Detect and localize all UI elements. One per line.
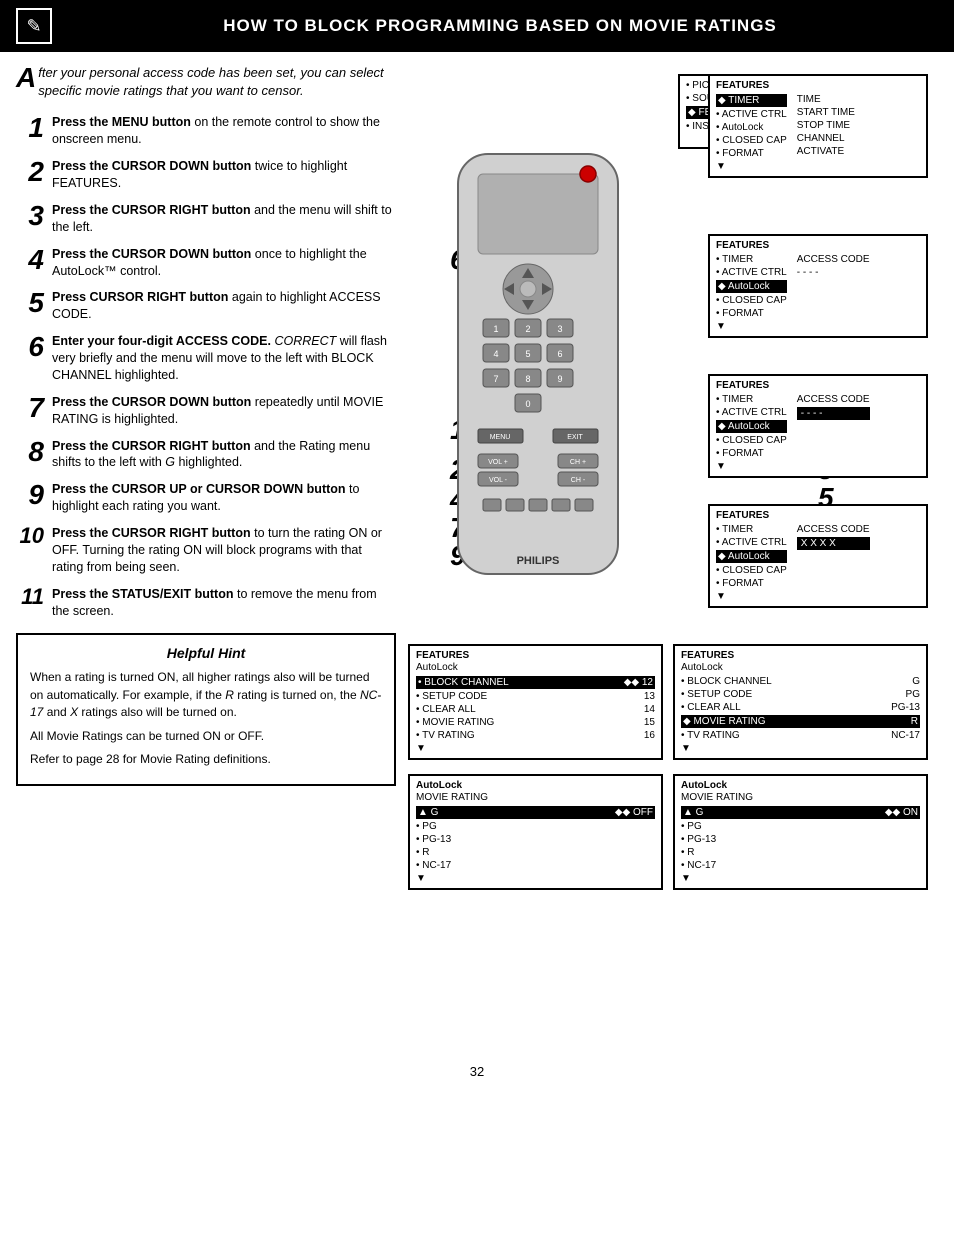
step-text-10: Press the CURSOR RIGHT button to turn th… <box>52 525 396 576</box>
step-number-6: 6 <box>16 333 44 361</box>
intro-paragraph: After your personal access code has been… <box>16 64 396 100</box>
step-number-3: 3 <box>16 202 44 230</box>
step-2: 2 Press the CURSOR DOWN button twice to … <box>16 158 396 192</box>
hint-title: Helpful Hint <box>30 645 382 661</box>
step-text-1: Press the MENU button on the remote cont… <box>52 114 396 148</box>
block-channel-box: FEATURES AutoLock • BLOCK CHANNEL◆◆ 12 •… <box>408 644 663 760</box>
page-number: 32 <box>0 1056 954 1087</box>
step-8: 8 Press the CURSOR RIGHT button and the … <box>16 438 396 472</box>
main-content: After your personal access code has been… <box>0 52 954 1056</box>
step-9: 9 Press the CURSOR UP or CURSOR DOWN but… <box>16 481 396 515</box>
rating-boxes-row: AutoLock MOVIE RATING ▲ G◆◆ OFF • PG • P… <box>408 774 928 890</box>
svg-text:MENU: MENU <box>490 434 511 441</box>
step-6: 6 Enter your four-digit ACCESS CODE. COR… <box>16 333 396 384</box>
step-number-11: 11 <box>16 586 44 608</box>
rating-off-box: AutoLock MOVIE RATING ▲ G◆◆ OFF • PG • P… <box>408 774 663 890</box>
step-text-11: Press the STATUS/EXIT button to remove t… <box>52 586 396 620</box>
features-access-code-box: FEATURES • TIMER • ACTIVE CTRL ◆ AutoLoc… <box>708 374 928 478</box>
page-header: ✎ How to Block Programming Based on Movi… <box>0 0 954 52</box>
step-1: 1 Press the MENU button on the remote co… <box>16 114 396 148</box>
svg-text:8: 8 <box>525 374 530 384</box>
step-text-6: Enter your four-digit ACCESS CODE. CORRE… <box>52 333 396 384</box>
page-title: How to Block Programming Based on Movie … <box>62 16 938 36</box>
hint-para-3: Refer to page 28 for Movie Rating defini… <box>30 751 382 768</box>
header-icon: ✎ <box>16 8 52 44</box>
svg-text:7: 7 <box>493 374 498 384</box>
svg-text:9: 9 <box>557 374 562 384</box>
features-xxxx-box: FEATURES • TIMER • ACTIVE CTRL ◆ AutoLoc… <box>708 504 928 608</box>
svg-text:5: 5 <box>525 349 530 359</box>
step-10: 10 Press the CURSOR RIGHT button to turn… <box>16 525 396 576</box>
movie-rating-box: FEATURES AutoLock • BLOCK CHANNELG • SET… <box>673 644 928 760</box>
step-text-8: Press the CURSOR RIGHT button and the Ra… <box>52 438 396 472</box>
hint-body: When a rating is turned ON, all higher r… <box>30 669 382 768</box>
steps-list: 1 Press the MENU button on the remote co… <box>16 114 396 619</box>
step-text-2: Press the CURSOR DOWN button twice to hi… <box>52 158 396 192</box>
svg-text:CH -: CH - <box>571 477 586 484</box>
step-text-4: Press the CURSOR DOWN button once to hig… <box>52 246 396 280</box>
svg-text:VOL +: VOL + <box>488 459 508 466</box>
svg-text:4: 4 <box>493 349 498 359</box>
left-column: After your personal access code has been… <box>16 64 396 1044</box>
step-number-1: 1 <box>16 114 44 142</box>
remote-control-diagram: 1 2 3 4 5 6 7 8 9 0 <box>428 144 668 624</box>
drop-cap: A <box>16 64 36 92</box>
features-timer-box: FEATURES ◆ TIMER • ACTIVE CTRL • AutoLoc… <box>708 74 928 178</box>
step-number-9: 9 <box>16 481 44 509</box>
svg-text:PHILIPS: PHILIPS <box>517 555 560 567</box>
step-number-7: 7 <box>16 394 44 422</box>
svg-text:0: 0 <box>525 399 530 409</box>
step-7: 7 Press the CURSOR DOWN button repeatedl… <box>16 394 396 428</box>
step-5: 5 Press CURSOR RIGHT button again to hig… <box>16 289 396 323</box>
svg-text:CH +: CH + <box>570 459 586 466</box>
hint-box: Helpful Hint When a rating is turned ON,… <box>16 633 396 786</box>
step-text-5: Press CURSOR RIGHT button again to highl… <box>52 289 396 323</box>
step-text-9: Press the CURSOR UP or CURSOR DOWN butto… <box>52 481 396 515</box>
svg-text:6: 6 <box>557 349 562 359</box>
step-number-8: 8 <box>16 438 44 466</box>
svg-text:2: 2 <box>525 324 530 334</box>
step-3: 3 Press the CURSOR RIGHT button and the … <box>16 202 396 236</box>
svg-text:VOL -: VOL - <box>489 477 508 484</box>
step-number-10: 10 <box>16 525 44 547</box>
step-number-4: 4 <box>16 246 44 274</box>
step-11: 11 Press the STATUS/EXIT button to remov… <box>16 586 396 620</box>
rating-on-box: AutoLock MOVIE RATING ▲ G◆◆ ON • PG • PG… <box>673 774 928 890</box>
step-4: 4 Press the CURSOR DOWN button once to h… <box>16 246 396 280</box>
step-text-7: Press the CURSOR DOWN button repeatedly … <box>52 394 396 428</box>
hint-para-2: All Movie Ratings can be turned ON or OF… <box>30 728 382 745</box>
step-number-5: 5 <box>16 289 44 317</box>
right-column: 1 2 3 4 5 6 7 8 9 0 <box>408 64 938 1044</box>
svg-text:3: 3 <box>557 324 562 334</box>
features-autolock-box: FEATURES • TIMER • ACTIVE CTRL ◆ AutoLoc… <box>708 234 928 338</box>
intro-text: fter your personal access code has been … <box>38 65 383 98</box>
bottom-boxes-row: FEATURES AutoLock • BLOCK CHANNEL◆◆ 12 •… <box>408 644 928 760</box>
hint-para-1: When a rating is turned ON, all higher r… <box>30 669 382 721</box>
step-text-3: Press the CURSOR RIGHT button and the me… <box>52 202 396 236</box>
svg-text:1: 1 <box>493 324 498 334</box>
step-number-2: 2 <box>16 158 44 186</box>
svg-text:EXIT: EXIT <box>567 434 583 441</box>
